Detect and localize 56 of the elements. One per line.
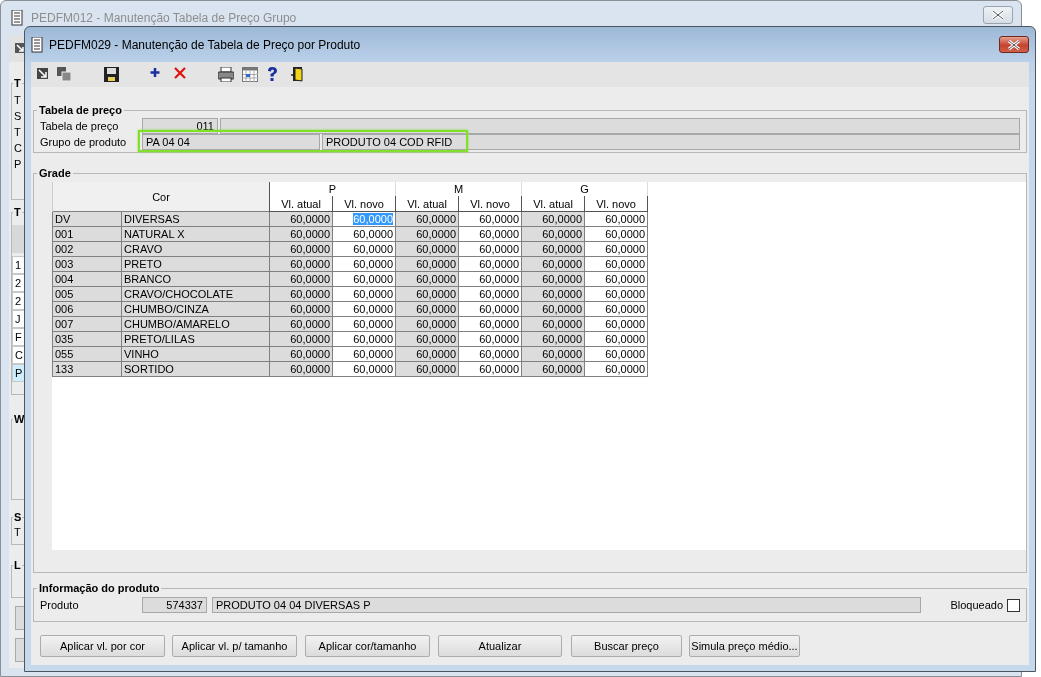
document-icon (11, 10, 23, 26)
group-title: Grade (38, 167, 72, 179)
window-title: PEDFM029 - Manutenção de Tabela de Preço por Produto (49, 37, 361, 52)
close-button[interactable] (999, 36, 1029, 53)
calendar-icon[interactable] (242, 67, 258, 82)
table-cell: DV (52, 211, 122, 227)
arrow-icon[interactable] (15, 43, 25, 53)
column-header: Vl. atual (521, 196, 585, 212)
button[interactable] (15, 606, 25, 630)
column-header: Vl. novo (332, 196, 396, 212)
column-header: G (521, 182, 648, 196)
printer-icon[interactable] (218, 67, 234, 82)
action-button[interactable]: Aplicar vl. por cor (40, 635, 165, 657)
exit-icon[interactable] (291, 67, 303, 82)
checkbox-label: Bloqueado (950, 599, 1003, 611)
input-field[interactable] (220, 118, 1020, 134)
column-header: Cor (52, 182, 270, 212)
window-title: PEDFM012 - Manutenção Tabela de Preço Grupo (31, 11, 297, 25)
field-label: T (14, 125, 22, 140)
column-header: Vl. novo (584, 196, 648, 212)
action-button[interactable]: Aplicar vl. p/ tamanho (172, 635, 297, 657)
group-title: W (13, 412, 25, 426)
column-header: Vl. novo (458, 196, 522, 212)
input-field[interactable]: PRODUTO 04 04 DIVERSAS P (212, 597, 921, 613)
field-label: T (14, 93, 22, 108)
field-label: Grupo de produto (40, 136, 128, 148)
help-icon[interactable] (266, 67, 278, 82)
action-button[interactable]: Simula preço médio... (689, 635, 800, 657)
field-label: Produto (40, 599, 80, 611)
input-field[interactable]: PRODUTO 04 COD RFID (322, 134, 1020, 150)
group-title: S (13, 510, 23, 524)
field-label: C (14, 141, 23, 156)
group-title: Tabela de preço (38, 104, 123, 116)
group-title: L (13, 558, 22, 572)
field-label: T (14, 525, 22, 540)
action-button[interactable]: Buscar preço (571, 635, 682, 657)
group-title: T (13, 205, 22, 219)
column-header: P (269, 182, 396, 196)
column-header: M (395, 182, 522, 196)
field-label: Tabela de preço (40, 120, 120, 132)
save-icon[interactable] (104, 67, 119, 82)
action-button[interactable]: Atualizar (438, 635, 562, 657)
checkbox[interactable] (1007, 598, 1020, 612)
field-label: P (14, 157, 22, 172)
squares-icon[interactable] (57, 67, 71, 82)
input-field[interactable]: 574337 (142, 597, 207, 613)
button[interactable] (15, 638, 25, 662)
table-cell: DIVERSAS (121, 211, 270, 227)
field-label: S (14, 109, 22, 124)
input-field[interactable]: PA 04 04 (142, 134, 320, 150)
group-title: Informação do produto (38, 582, 161, 594)
column-header: Vl. atual (269, 196, 333, 212)
action-button[interactable]: Aplicar cor/tamanho (305, 635, 430, 657)
document-icon (31, 36, 43, 53)
column-header: Vl. atual (395, 196, 459, 212)
group-title: T (13, 76, 22, 90)
